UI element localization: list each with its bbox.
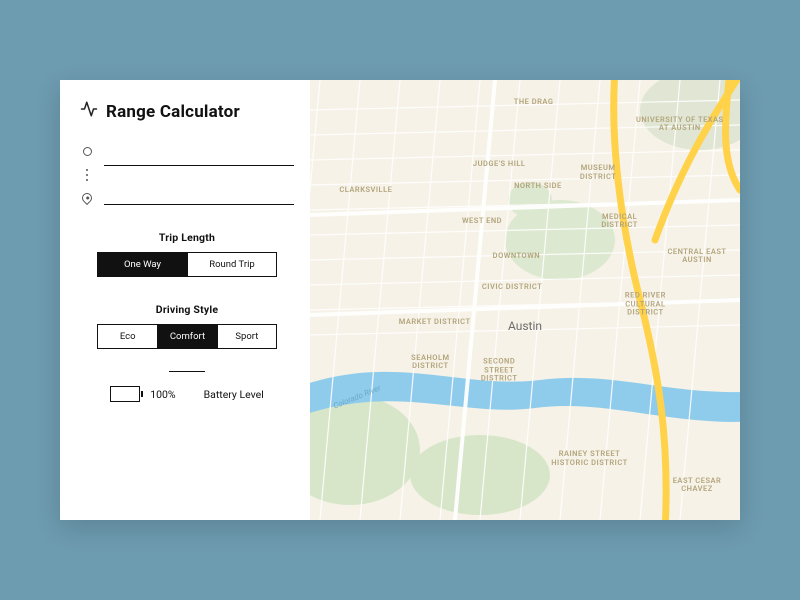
district-label: THE DRAG xyxy=(514,98,554,106)
district-label: CLARKSVILLE xyxy=(339,186,392,194)
activity-icon xyxy=(80,100,98,123)
district-label: DOWNTOWN xyxy=(493,252,540,260)
driving-style-segmented: Eco Comfort Sport xyxy=(97,324,277,349)
trip-length-label: Trip Length xyxy=(80,231,294,244)
district-label: MARKET DISTRICT xyxy=(399,318,471,326)
district-label: RAINEY STREET HISTORIC DISTRICT xyxy=(550,450,630,467)
district-label: JUDGE'S HILL xyxy=(473,159,526,167)
map[interactable]: THE DRAG UNIVERSITY OF TEXAS AT AUSTIN J… xyxy=(310,80,740,520)
style-comfort-button[interactable]: Comfort xyxy=(157,325,216,348)
battery-icon xyxy=(110,386,140,402)
page-title: Range Calculator xyxy=(80,100,294,123)
divider xyxy=(169,371,205,372)
origin-input[interactable] xyxy=(104,145,294,166)
trip-round-trip-button[interactable]: Round Trip xyxy=(187,253,276,276)
district-label: EAST CESAR CHAVEZ xyxy=(667,477,727,494)
battery-label: Battery Level xyxy=(204,388,264,401)
driving-style-label: Driving Style xyxy=(80,303,294,316)
origin-icon xyxy=(83,147,92,156)
district-label: MEDICAL DISTRICT xyxy=(592,213,647,230)
trip-one-way-button[interactable]: One Way xyxy=(98,253,187,276)
district-label: SEAHOLM DISTRICT xyxy=(403,353,458,370)
district-label: CIVIC DISTRICT xyxy=(482,283,542,291)
destination-icon xyxy=(80,191,94,205)
district-label: CENTRAL EAST AUSTIN xyxy=(667,248,727,265)
style-sport-button[interactable]: Sport xyxy=(217,325,276,348)
app-card: Range Calculator Trip Length One Way Rou… xyxy=(60,80,740,520)
page-title-text: Range Calculator xyxy=(106,102,240,122)
style-eco-button[interactable]: Eco xyxy=(98,325,157,348)
battery-percent: 100% xyxy=(150,388,175,401)
destination-input[interactable] xyxy=(104,184,294,205)
district-label: UNIVERSITY OF TEXAS AT AUSTIN xyxy=(635,116,725,133)
battery-row: 100% Battery Level xyxy=(80,386,294,402)
district-label: MUSEUM DISTRICT xyxy=(568,164,628,181)
district-label: SECOND STREET DISTRICT xyxy=(469,358,529,383)
district-label: RED RIVER CULTURAL DISTRICT xyxy=(610,292,680,317)
district-label: WEST END xyxy=(462,217,502,225)
sidebar: Range Calculator Trip Length One Way Rou… xyxy=(60,80,310,520)
district-label: NORTH SIDE xyxy=(514,181,562,189)
trip-length-segmented: One Way Round Trip xyxy=(97,252,277,277)
route-dots-icon xyxy=(86,169,88,181)
route-markers xyxy=(80,145,94,205)
route-inputs xyxy=(80,145,294,205)
city-label: Austin xyxy=(508,319,542,333)
